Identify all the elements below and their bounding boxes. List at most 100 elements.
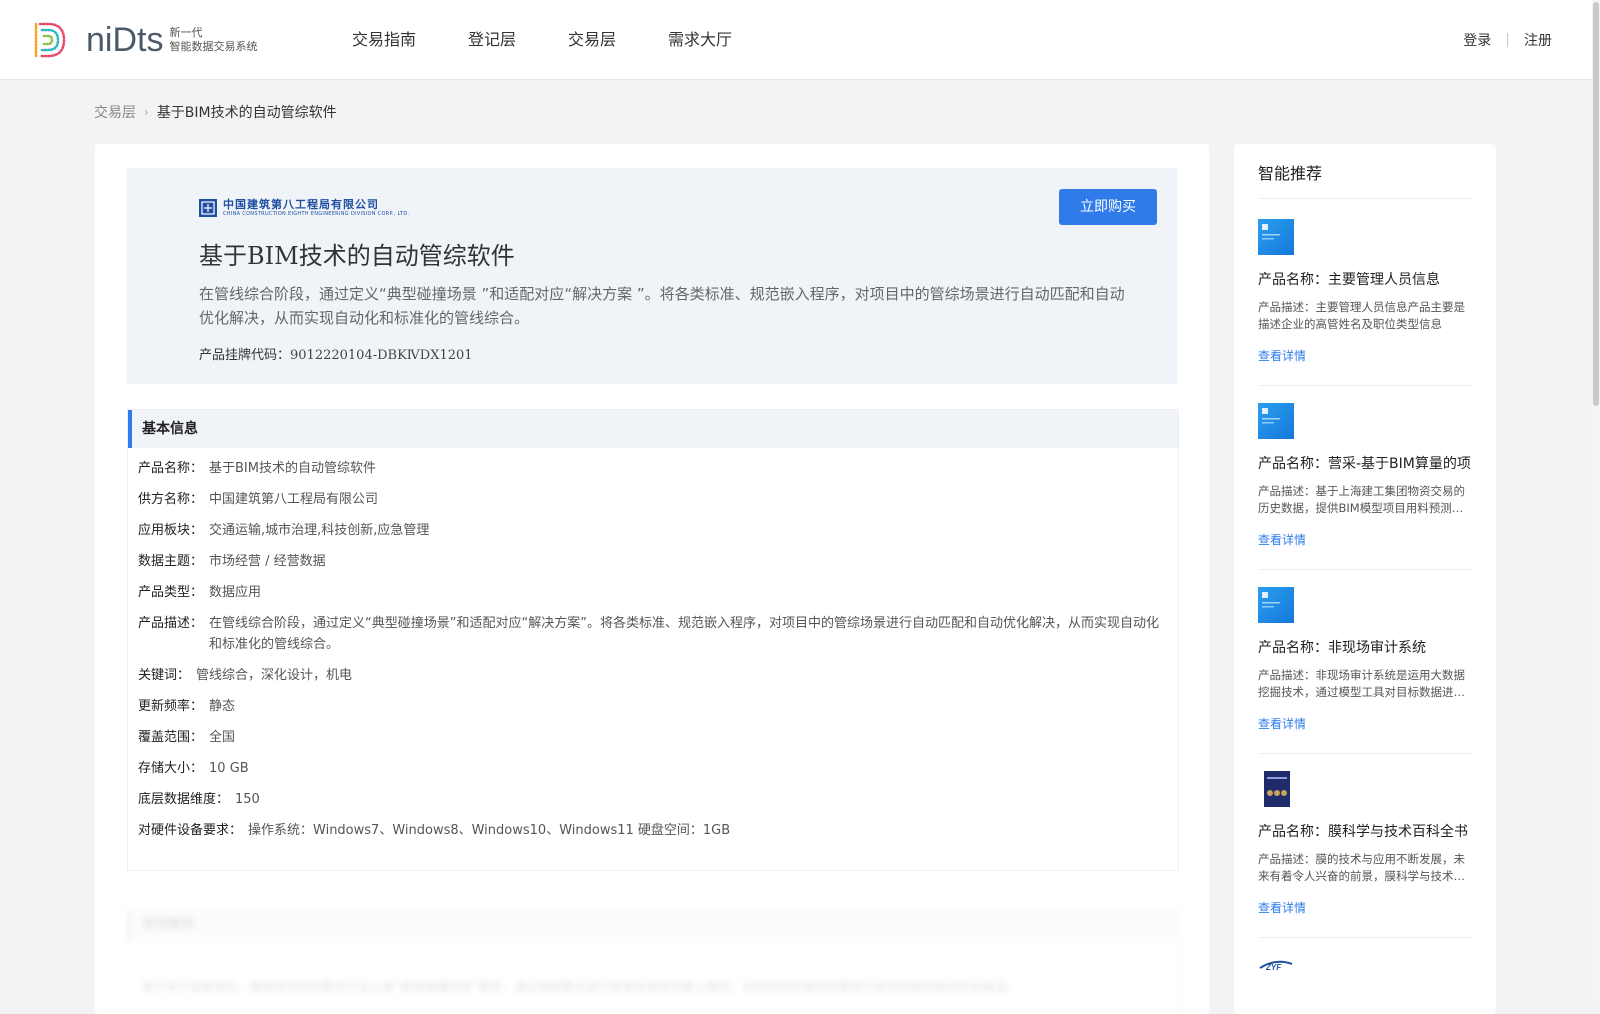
supplier-logo-text: 中国建筑第八工程局有限公司 CHINA CONSTRUCTION EIGHTH … [223,198,409,218]
info-row-label: 存储大小： [138,761,204,776]
logo-wordmark: niDts [86,21,164,59]
recommendation-name[interactable]: 产品名称：膜科学与技术百科全书 [1258,821,1472,841]
recommendation-panel: 智能推荐 产品名称：主要管理人员信息产品描述：主要管理人员信息产品主要是描述企业… [1234,144,1496,1014]
listing-code-label: 产品挂牌代码： [199,348,291,363]
book-cover-thumbnail-icon [1264,771,1290,807]
info-row-value: 静态 [209,699,236,714]
info-row-label: 供方名称： [138,492,204,507]
info-row: 数据主题： 市场经营 / 经营数据 [128,551,1178,572]
info-row-value: 市场经营 / 经营数据 [209,554,326,569]
recommendation-description: 产品描述：主要管理人员信息产品主要是描述企业的高管姓名及职位类型信息 [1258,300,1465,331]
product-hero: 中国建筑第八工程局有限公司 CHINA CONSTRUCTION EIGHTH … [127,168,1177,384]
recommendation-name[interactable]: 产品名称：营采-基于BIM算量的项目 [1258,453,1472,473]
scrollbar-thumb[interactable] [1593,2,1599,406]
document-thumbnail-icon [1258,219,1294,255]
info-row-label: 数据主题： [138,554,204,569]
page-scrollbar[interactable] [1592,0,1600,1000]
document-thumbnail-icon [1258,587,1294,623]
nav-trading-guide[interactable]: 交易指南 [340,0,428,79]
info-row-label: 对硬件设备要求： [138,823,243,838]
info-row-label: 应用板块： [138,523,204,538]
basic-info-rows: 产品名称： 基于BIM技术的自动管综软件供方名称： 中国建筑第八工程局有限公司应用板… [128,448,1178,841]
recommendation-title: 智能推荐 [1258,164,1323,183]
info-row-value: 基于BIM技术的自动管综软件 [209,461,376,476]
logo-tagline-line1: 新一代 [169,26,203,39]
zyf-logo-icon: ZYF [1259,960,1293,972]
nav-demand-hall[interactable]: 需求大厅 [656,0,744,79]
recommendation-description: 产品描述：膜的技术与应用不断发展，未来有着令人兴奋的前景，膜科学与技术的发展 [1258,852,1465,883]
view-details-link[interactable]: 查看详情 [1258,347,1306,364]
nav-registration-layer[interactable]: 登记层 [456,0,528,79]
info-row-value: 150 [235,792,260,807]
nav-trading-layer[interactable]: 交易层 [556,0,628,79]
breadcrumb-current: 基于BIM技术的自动管综软件 [156,105,337,121]
recommendation-name[interactable]: 产品名称：主要管理人员信息 [1258,269,1472,289]
product-title: 基于BIM技术的自动管综软件 [199,242,515,270]
info-row-label: 产品描述： [138,616,204,631]
info-row-label: 更新频率： [138,699,204,714]
breadcrumb-parent[interactable]: 交易层 [94,102,136,122]
nidts-logo[interactable]: niDts 新一代 智能数据交易系统 [30,20,257,60]
register-link[interactable]: 注册 [1524,30,1552,50]
info-row-value: 操作系统：Windows7、Windows8、Windows10、Windows… [248,823,731,838]
auth-separator: | [1505,31,1510,48]
info-row: 关键词： 管线综合，深化设计，机电 [128,665,1178,686]
logo-tagline: 新一代 智能数据交易系统 [169,26,257,54]
buy-now-button[interactable]: 立即购买 [1059,189,1157,225]
info-row-label: 产品名称： [138,461,204,476]
info-row-value: 管线综合，深化设计，机电 [196,668,353,683]
main-nav: 交易指南 登记层 交易层 需求大厅 [340,0,772,79]
info-row: 对硬件设备要求： 操作系统：Windows7、Windows8、Windows10… [128,820,1178,841]
partial-logo-text: ZYF [1265,963,1282,972]
supplier-logo: 中国建筑第八工程局有限公司 CHINA CONSTRUCTION EIGHTH … [199,198,409,218]
info-row-value: 中国建筑第八工程局有限公司 [209,492,379,507]
info-row-value: 在管线综合阶段，通过定义“典型碰撞场景”和适配对应“解决方案”。将各类标准、规范… [209,616,1159,652]
view-details-link[interactable]: 查看详情 [1258,531,1306,548]
blurred-section-text: 基于本产品能够在，管线综合阶段整合平台上按“典型碰撞场景”需求，通过调用算法进行… [142,980,1019,994]
logo-tagline-line2: 智能数据交易系统 [169,40,258,53]
cscec-emblem-icon [199,199,217,217]
supplier-logo-cn: 中国建筑第八工程局有限公司 [223,198,379,211]
recommendation-name[interactable]: 产品名称：非现场审计系统 [1258,637,1472,657]
partial-recommendation[interactable]: ZYF [1258,954,1298,994]
info-row: 供方名称： 中国建筑第八工程局有限公司 [128,489,1178,510]
listing-code: 产品挂牌代码：9012220104-DBKⅣDX1201 [199,344,473,363]
breadcrumb: 交易层 › 基于BIM技术的自动管综软件 [94,102,337,122]
recommendation-description: 产品描述：非现场审计系统是运用大数据挖掘技术，通过模型工具对目标数据进行分析 [1258,668,1465,699]
info-row-label: 覆盖范围： [138,730,204,745]
view-details-link[interactable]: 查看详情 [1258,899,1306,916]
info-row-value: 10 GB [209,761,249,776]
info-row: 底层数据维度： 150 [128,789,1178,810]
info-row-label: 底层数据维度： [138,792,230,807]
basic-info-section: 基本信息 产品名称： 基于BIM技术的自动管综软件供方名称： 中国建筑第八工程局有限… [127,409,1179,871]
info-row: 更新频率： 静态 [128,696,1178,717]
info-row-value: 全国 [209,730,236,745]
logo-dotted-d-icon [34,22,66,58]
info-row-value: 交通运输,城市治理,科技创新,应急管理 [209,523,430,538]
info-row: 覆盖范围： 全国 [128,727,1178,748]
recommendation-card[interactable]: 产品名称：营采-基于BIM算量的项目 产品描述：基于上海建工集团物资交易的历史数据… [1258,383,1472,570]
basic-info-title: 基本信息 [128,410,1178,448]
chevron-right-icon: › [144,105,149,119]
top-header: niDts 新一代 智能数据交易系统 交易指南 登记层 交易层 需求大厅 登录 … [0,0,1592,80]
recommendation-card[interactable]: 产品名称：非现场审计系统产品描述：非现场审计系统是运用大数据挖掘技术，通过模型工… [1258,567,1472,754]
product-description: 在管线综合阶段，通过定义“典型碰撞场景 ”和适配对应“解决方案 ”。将各类标准、… [199,285,1125,327]
product-detail-card: 中国建筑第八工程局有限公司 CHINA CONSTRUCTION EIGHTH … [95,144,1209,1014]
supplier-logo-en: CHINA CONSTRUCTION EIGHTH ENGINEERING DI… [223,211,410,217]
view-details-link[interactable]: 查看详情 [1258,715,1306,732]
auth-links: 登录 | 注册 [1463,0,1552,79]
listing-code-value: 9012220104-DBKⅣDX1201 [290,348,473,363]
info-row: 产品类型： 数据应用 [128,582,1178,603]
info-row-label: 关键词： [138,668,191,683]
recommendation-card[interactable]: 产品名称：主要管理人员信息产品描述：主要管理人员信息产品主要是描述企业的高管姓名… [1258,199,1472,386]
recommendation-card[interactable]: 产品名称：膜科学与技术百科全书产品描述：膜的技术与应用不断发展，未来有着令人兴奋… [1258,751,1472,938]
login-link[interactable]: 登录 [1463,30,1491,50]
info-row-value: 数据应用 [209,585,262,600]
info-row: 产品描述： 在管线综合阶段，通过定义“典型碰撞场景”和适配对应“解决方案”。将各类… [128,613,1178,655]
document-thumbnail-icon [1258,403,1294,439]
info-row: 存储大小： 10 GB [128,758,1178,779]
blurred-section-title: 使用案例 [128,910,1178,940]
blurred-usage-section: 使用案例 基于本产品能够在，管线综合阶段整合平台上按“典型碰撞场景”需求，通过调… [127,909,1179,1014]
info-row-label: 产品类型： [138,585,204,600]
info-row: 产品名称： 基于BIM技术的自动管综软件 [128,458,1178,479]
